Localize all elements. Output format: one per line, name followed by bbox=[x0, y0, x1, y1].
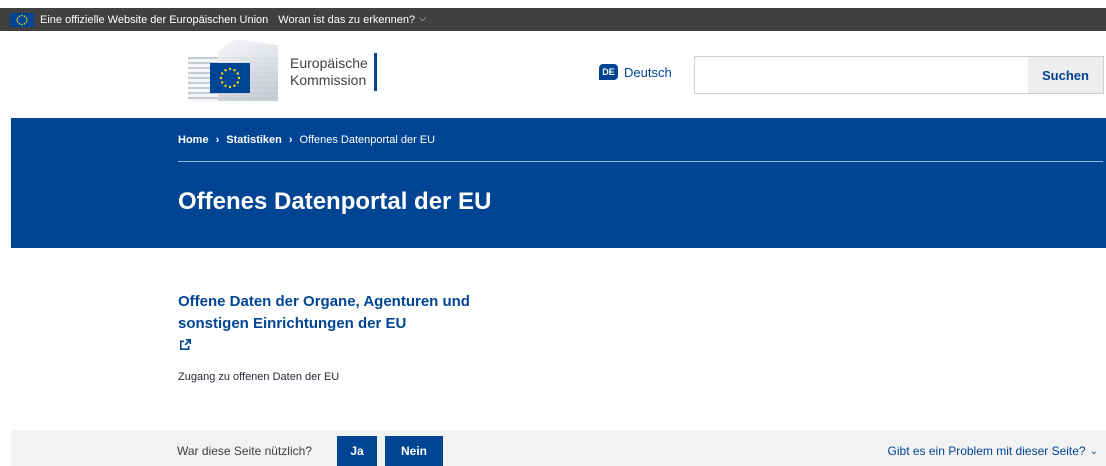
chevron-right-icon: › bbox=[288, 134, 293, 146]
header-divider bbox=[178, 161, 1103, 162]
logo-graphic bbox=[188, 39, 288, 105]
open-data-link[interactable]: Offene Daten der Organe, Agenturen und s… bbox=[178, 291, 478, 335]
search-form: Suchen bbox=[694, 56, 1104, 94]
feedback-question: War diese Seite nützlich? bbox=[177, 444, 312, 458]
logo-text: Europäische Kommission bbox=[290, 53, 377, 91]
feedback-no-button[interactable]: Nein bbox=[385, 436, 443, 466]
official-website-text: Eine offizielle Website der Europäischen… bbox=[40, 13, 269, 26]
search-button[interactable]: Suchen bbox=[1028, 57, 1103, 93]
external-link-icon[interactable] bbox=[179, 338, 192, 351]
site-header: Europäische Kommission DE Deutsch Suchen bbox=[0, 31, 1106, 118]
chevron-down-icon: ⌵ bbox=[419, 13, 426, 23]
page-header: Home › Statistiken › Offenes Datenportal… bbox=[11, 118, 1106, 248]
breadcrumb-current: Offenes Datenportal der EU bbox=[299, 134, 436, 146]
report-problem-label: Gibt es ein Problem mit dieser Seite? bbox=[887, 444, 1086, 458]
language-icon: DE bbox=[599, 64, 618, 80]
breadcrumb: Home › Statistiken › Offenes Datenportal… bbox=[178, 134, 435, 146]
eu-flag-icon bbox=[210, 63, 250, 93]
how-to-recognize-label: Woran ist das zu erkennen? bbox=[278, 13, 416, 26]
eu-flag-icon bbox=[10, 12, 34, 27]
how-to-recognize-toggle[interactable]: Woran ist das zu erkennen? ⌵ bbox=[278, 13, 426, 26]
content-description: Zugang zu offenen Daten der EU bbox=[178, 371, 340, 383]
report-problem-toggle[interactable]: Gibt es ein Problem mit dieser Seite? ⌄ bbox=[888, 444, 1098, 458]
global-banner: Eine offizielle Website der Europäischen… bbox=[0, 8, 1106, 31]
feedback-yes-button[interactable]: Ja bbox=[337, 436, 377, 466]
logo-line-2: Kommission bbox=[290, 72, 367, 88]
page-title: Offenes Datenportal der EU bbox=[178, 188, 492, 215]
feedback-bar: War diese Seite nützlich? Ja Nein Gibt e… bbox=[11, 430, 1106, 466]
breadcrumb-statistics[interactable]: Statistiken bbox=[226, 134, 282, 146]
chevron-down-icon: ⌄ bbox=[1089, 445, 1098, 457]
search-input[interactable] bbox=[695, 57, 1028, 93]
european-commission-logo[interactable]: Europäische Kommission bbox=[188, 39, 403, 105]
language-selector[interactable]: DE Deutsch bbox=[599, 64, 672, 80]
chevron-right-icon: › bbox=[215, 134, 220, 146]
breadcrumb-home[interactable]: Home bbox=[178, 134, 209, 146]
logo-line-1: Europäische bbox=[290, 55, 368, 71]
language-label: Deutsch bbox=[624, 64, 672, 80]
